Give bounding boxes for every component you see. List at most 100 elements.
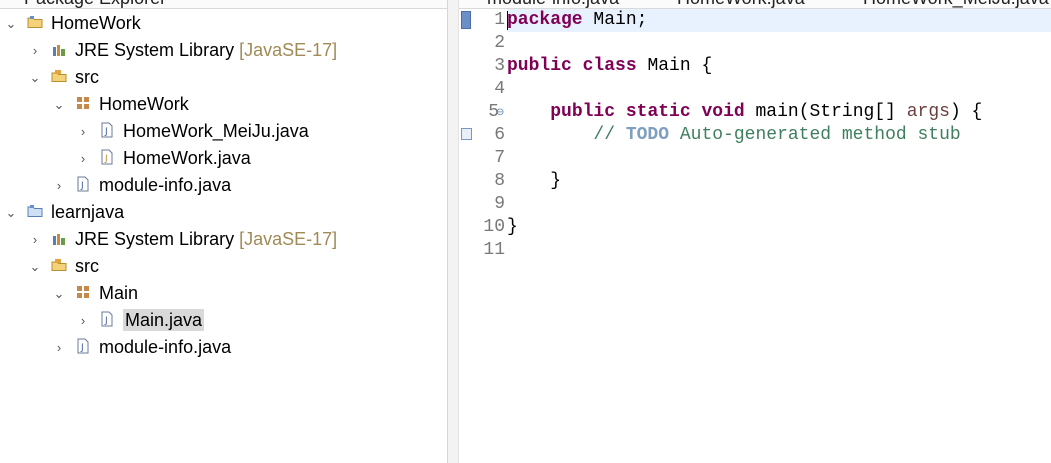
tree-item-main-package[interactable]: ⌄ Main xyxy=(52,279,139,307)
comment: Auto-generated method stub xyxy=(669,125,961,145)
project-folder-icon xyxy=(27,205,43,218)
line-number: 3 xyxy=(494,56,505,76)
chevron-down-icon[interactable]: ⌄ xyxy=(28,253,42,280)
java-file-icon: J xyxy=(101,149,113,165)
tree-item-label: HomeWork xyxy=(51,12,141,33)
tree-item-label: HomeWork.java xyxy=(123,147,251,168)
code-line-10[interactable]: } xyxy=(507,216,518,239)
tree-item-label: HomeWork_MeiJu.java xyxy=(123,120,309,141)
task-marker-icon[interactable] xyxy=(461,128,472,140)
keyword: void xyxy=(701,102,745,122)
tree-item-module-info-java[interactable]: › J module-info.java xyxy=(52,171,231,198)
package-icon xyxy=(77,97,90,110)
chevron-down-icon[interactable]: ⌄ xyxy=(52,91,66,118)
svg-text:J: J xyxy=(80,343,84,353)
chevron-down-icon[interactable]: ⌄ xyxy=(4,10,18,37)
tree-item-label: learnjava xyxy=(51,201,125,222)
tree-item-homework-java[interactable]: › J HomeWork.java xyxy=(76,144,251,171)
chevron-down-icon[interactable]: ⌄ xyxy=(52,280,66,307)
parameter: args xyxy=(906,102,950,122)
chevron-right-icon[interactable]: › xyxy=(76,307,90,334)
svg-text:J: J xyxy=(104,154,108,164)
chevron-right-icon[interactable]: › xyxy=(28,226,42,253)
tree-item-src[interactable]: ⌄ src xyxy=(28,63,99,90)
code-line-1[interactable]: package Main; xyxy=(507,9,647,32)
code-text: ) { xyxy=(949,102,983,122)
java-file-icon: J xyxy=(101,122,113,138)
code-line-6[interactable]: // TODO Auto-generated method stub xyxy=(507,124,961,147)
library-icon xyxy=(53,45,66,57)
code-text: Main; xyxy=(582,10,648,30)
line-number: 11 xyxy=(483,240,505,260)
code-line-8[interactable]: } xyxy=(507,170,561,193)
code-line-3[interactable]: public class Main { xyxy=(507,55,712,78)
package-explorer: Package Explorer ⌄ HomeWork › JRE System… xyxy=(0,0,448,463)
source-folder-icon xyxy=(51,259,67,272)
bookmark-marker-icon[interactable] xyxy=(461,11,471,29)
view-sash[interactable] xyxy=(448,0,459,463)
source-folder-icon xyxy=(51,70,67,83)
svg-text:J: J xyxy=(80,181,84,191)
line-number: 2 xyxy=(494,33,505,53)
line-number: 1 xyxy=(494,10,505,30)
tree-item-jre-library[interactable]: › JRE System Library [JavaSE-17] xyxy=(28,36,337,63)
library-icon xyxy=(53,234,66,246)
java-file-icon: J xyxy=(101,311,113,327)
chevron-right-icon[interactable]: › xyxy=(76,145,90,172)
line-number: 9 xyxy=(494,194,505,214)
project-folder-icon xyxy=(27,16,43,29)
line-number: 8 xyxy=(494,171,505,191)
chevron-right-icon[interactable]: › xyxy=(76,118,90,145)
package-icon xyxy=(77,286,90,299)
tree-item-main-java[interactable]: › J Main.java xyxy=(76,306,205,334)
comment: // xyxy=(593,125,626,145)
svg-text:J: J xyxy=(104,127,108,137)
tree-item-learnjava-project[interactable]: ⌄ learnjava xyxy=(4,198,125,226)
tree-item-src[interactable]: ⌄ src xyxy=(28,252,99,279)
tree-item-label: src xyxy=(75,66,100,87)
keyword: package xyxy=(507,10,583,30)
line-number: 7 xyxy=(494,148,505,168)
chevron-down-icon[interactable]: ⌄ xyxy=(28,64,42,91)
explorer-view-title: Package Explorer xyxy=(24,0,166,8)
svg-text:J: J xyxy=(104,316,108,326)
tree-item-label: Main.java xyxy=(123,308,205,331)
java-file-icon: J xyxy=(77,338,89,354)
chevron-right-icon[interactable]: › xyxy=(52,172,66,199)
tree-item-label: src xyxy=(75,255,100,276)
chevron-right-icon[interactable]: › xyxy=(28,37,42,64)
editor-tab-bar: module-info.java HomeWork.java HomeWork_… xyxy=(459,0,1051,9)
tree-item-homework-project[interactable]: ⌄ HomeWork xyxy=(4,9,141,36)
code-line-5[interactable]: public static void main(String[] args) { xyxy=(507,101,982,124)
keyword: static xyxy=(625,102,691,122)
vertical-ruler[interactable] xyxy=(459,9,473,463)
todo-tag: TODO xyxy=(625,125,670,145)
chevron-right-icon[interactable]: › xyxy=(52,334,66,361)
tree-item-label: module-info.java xyxy=(99,336,232,357)
text-cursor xyxy=(507,11,508,30)
tree-item-homework-package[interactable]: ⌄ HomeWork xyxy=(52,90,189,117)
tree-item-module-info-java[interactable]: › J module-info.java xyxy=(52,333,231,360)
line-number: 6 xyxy=(494,125,505,145)
explorer-title-bar: Package Explorer xyxy=(0,0,447,9)
java-editor[interactable]: module-info.java HomeWork.java HomeWork_… xyxy=(459,0,1051,463)
java-file-icon: J xyxy=(77,176,89,192)
line-number: 4 xyxy=(494,79,505,99)
keyword: class xyxy=(582,56,637,76)
tree-item-label: JRE System Library xyxy=(75,228,235,249)
jre-version-decoration: [JavaSE-17] xyxy=(239,39,338,60)
tree-item-jre-library[interactable]: › JRE System Library [JavaSE-17] xyxy=(28,225,337,252)
tab-homework[interactable]: HomeWork.java xyxy=(677,0,805,8)
tree-item-homework-meiju-java[interactable]: › J HomeWork_MeiJu.java xyxy=(76,117,309,144)
line-number: 10 xyxy=(483,217,505,237)
tab-module-info[interactable]: module-info.java xyxy=(487,0,619,8)
tree-item-label: module-info.java xyxy=(99,174,232,195)
chevron-down-icon[interactable]: ⌄ xyxy=(4,199,18,226)
tab-homework-meiju[interactable]: HomeWork_MeiJu.java xyxy=(863,0,1049,8)
fold-collapse-icon[interactable]: ⊖ xyxy=(496,101,504,124)
tree-item-label: JRE System Library xyxy=(75,39,235,60)
jre-version-decoration: [JavaSE-17] xyxy=(239,228,338,249)
code-text: main(String[] xyxy=(744,102,907,122)
